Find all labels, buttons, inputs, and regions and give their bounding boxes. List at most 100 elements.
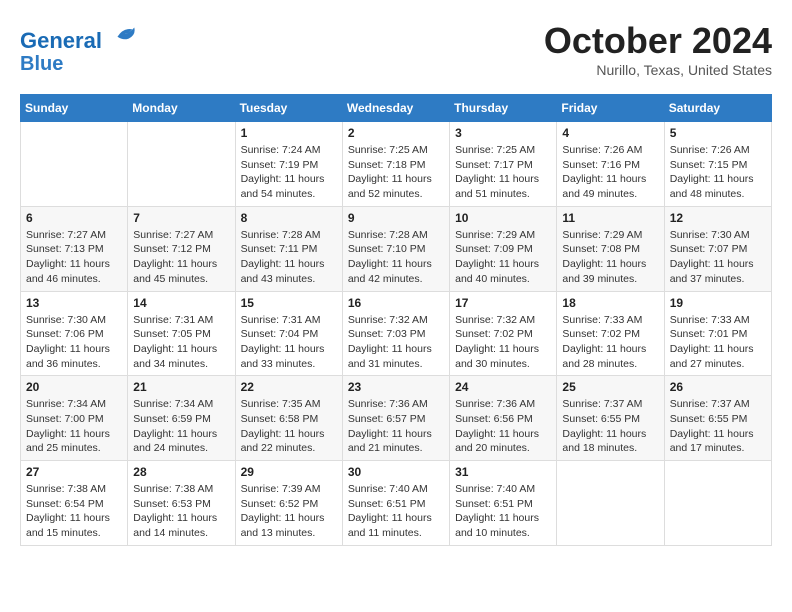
weekday-header-row: SundayMondayTuesdayWednesdayThursdayFrid… (21, 95, 772, 122)
calendar-cell: 20 Sunrise: 7:34 AMSunset: 7:00 PMDayligh… (21, 376, 128, 461)
day-info: Sunrise: 7:37 AMSunset: 6:55 PMDaylight:… (670, 397, 766, 456)
calendar-week-row: 1Sunrise: 7:24 AMSunset: 7:19 PMDaylight… (21, 122, 772, 207)
day-number: 18 (562, 296, 658, 310)
day-number: 31 (455, 465, 551, 479)
day-info: Sunrise: 7:34 AMSunset: 7:00 PMDaylight:… (26, 397, 122, 456)
logo-bird-icon (110, 20, 138, 48)
calendar-cell: 30 Sunrise: 7:40 AMSunset: 6:51 PMDayligh… (342, 461, 449, 546)
calendar-cell: 10Sunrise: 7:29 AMSunset: 7:09 PMDayligh… (450, 206, 557, 291)
day-number: 10 (455, 211, 551, 225)
calendar-cell: 17 Sunrise: 7:32 AMSunset: 7:02 PMDayligh… (450, 291, 557, 376)
day-info: Sunrise: 7:29 AMSunset: 7:08 PMDaylight:… (562, 228, 658, 287)
weekday-header: Tuesday (235, 95, 342, 122)
calendar-cell: 3 Sunrise: 7:25 AMSunset: 7:17 PMDaylight… (450, 122, 557, 207)
calendar-cell: 31 Sunrise: 7:40 AMSunset: 6:51 PMDayligh… (450, 461, 557, 546)
day-info: Sunrise: 7:33 AMSunset: 7:01 PMDaylight:… (670, 313, 766, 372)
day-number: 21 (133, 380, 229, 394)
day-info: Sunrise: 7:31 AMSunset: 7:04 PMDaylight:… (241, 313, 337, 372)
day-number: 9 (348, 211, 444, 225)
calendar-cell: 29 Sunrise: 7:39 AMSunset: 6:52 PMDayligh… (235, 461, 342, 546)
day-number: 5 (670, 126, 766, 140)
calendar-cell: 8Sunrise: 7:28 AMSunset: 7:11 PMDaylight… (235, 206, 342, 291)
day-info: Sunrise: 7:31 AMSunset: 7:05 PMDaylight:… (133, 313, 229, 372)
day-number: 19 (670, 296, 766, 310)
day-number: 12 (670, 211, 766, 225)
weekday-header: Thursday (450, 95, 557, 122)
day-number: 25 (562, 380, 658, 394)
day-number: 6 (26, 211, 122, 225)
day-number: 24 (455, 380, 551, 394)
day-info: Sunrise: 7:36 AMSunset: 6:57 PMDaylight:… (348, 397, 444, 456)
day-info: Sunrise: 7:40 AMSunset: 6:51 PMDaylight:… (455, 482, 551, 541)
day-number: 26 (670, 380, 766, 394)
day-number: 17 (455, 296, 551, 310)
day-number: 3 (455, 126, 551, 140)
calendar-cell (664, 461, 771, 546)
calendar-cell: 2Sunrise: 7:25 AMSunset: 7:18 PMDaylight… (342, 122, 449, 207)
day-number: 23 (348, 380, 444, 394)
calendar-cell: 18Sunrise: 7:33 AMSunset: 7:02 PMDayligh… (557, 291, 664, 376)
day-info: Sunrise: 7:28 AMSunset: 7:11 PMDaylight:… (241, 228, 337, 287)
day-number: 30 (348, 465, 444, 479)
day-info: Sunrise: 7:32 AMSunset: 7:03 PMDaylight:… (348, 313, 444, 372)
calendar-cell: 24 Sunrise: 7:36 AMSunset: 6:56 PMDayligh… (450, 376, 557, 461)
weekday-header: Wednesday (342, 95, 449, 122)
day-info: Sunrise: 7:30 AMSunset: 7:06 PMDaylight:… (26, 313, 122, 372)
calendar-cell: 11Sunrise: 7:29 AMSunset: 7:08 PMDayligh… (557, 206, 664, 291)
day-number: 14 (133, 296, 229, 310)
weekday-header: Sunday (21, 95, 128, 122)
day-info: Sunrise: 7:27 AMSunset: 7:13 PMDaylight:… (26, 228, 122, 287)
calendar-cell: 25 Sunrise: 7:37 AMSunset: 6:55 PMDayligh… (557, 376, 664, 461)
day-number: 16 (348, 296, 444, 310)
day-number: 28 (133, 465, 229, 479)
day-info: Sunrise: 7:30 AMSunset: 7:07 PMDaylight:… (670, 228, 766, 287)
calendar-cell: 12 Sunrise: 7:30 AMSunset: 7:07 PMDayligh… (664, 206, 771, 291)
day-info: Sunrise: 7:28 AMSunset: 7:10 PMDaylight:… (348, 228, 444, 287)
day-number: 15 (241, 296, 337, 310)
calendar-week-row: 20 Sunrise: 7:34 AMSunset: 7:00 PMDayligh… (21, 376, 772, 461)
calendar-cell: 6 Sunrise: 7:27 AMSunset: 7:13 PMDaylight… (21, 206, 128, 291)
day-info: Sunrise: 7:40 AMSunset: 6:51 PMDaylight:… (348, 482, 444, 541)
logo-text: General (20, 20, 138, 53)
month-title: October 2024 (544, 20, 772, 62)
day-number: 4 (562, 126, 658, 140)
location: Nurillo, Texas, United States (544, 62, 772, 78)
day-info: Sunrise: 7:25 AMSunset: 7:17 PMDaylight:… (455, 143, 551, 202)
calendar-cell: 13 Sunrise: 7:30 AMSunset: 7:06 PMDayligh… (21, 291, 128, 376)
day-info: Sunrise: 7:36 AMSunset: 6:56 PMDaylight:… (455, 397, 551, 456)
day-info: Sunrise: 7:37 AMSunset: 6:55 PMDaylight:… (562, 397, 658, 456)
calendar-cell: 28 Sunrise: 7:38 AMSunset: 6:53 PMDayligh… (128, 461, 235, 546)
calendar-week-row: 6 Sunrise: 7:27 AMSunset: 7:13 PMDaylight… (21, 206, 772, 291)
day-number: 20 (26, 380, 122, 394)
day-info: Sunrise: 7:32 AMSunset: 7:02 PMDaylight:… (455, 313, 551, 372)
day-info: Sunrise: 7:26 AMSunset: 7:15 PMDaylight:… (670, 143, 766, 202)
day-number: 29 (241, 465, 337, 479)
day-info: Sunrise: 7:39 AMSunset: 6:52 PMDaylight:… (241, 482, 337, 541)
day-info: Sunrise: 7:35 AMSunset: 6:58 PMDaylight:… (241, 397, 337, 456)
day-info: Sunrise: 7:38 AMSunset: 6:53 PMDaylight:… (133, 482, 229, 541)
calendar-week-row: 13 Sunrise: 7:30 AMSunset: 7:06 PMDayligh… (21, 291, 772, 376)
calendar-cell: 7Sunrise: 7:27 AMSunset: 7:12 PMDaylight… (128, 206, 235, 291)
calendar-cell: 15 Sunrise: 7:31 AMSunset: 7:04 PMDayligh… (235, 291, 342, 376)
calendar-cell: 23 Sunrise: 7:36 AMSunset: 6:57 PMDayligh… (342, 376, 449, 461)
weekday-header: Friday (557, 95, 664, 122)
day-number: 22 (241, 380, 337, 394)
day-number: 2 (348, 126, 444, 140)
day-info: Sunrise: 7:24 AMSunset: 7:19 PMDaylight:… (241, 143, 337, 202)
calendar-cell (128, 122, 235, 207)
calendar-cell: 14 Sunrise: 7:31 AMSunset: 7:05 PMDayligh… (128, 291, 235, 376)
day-number: 13 (26, 296, 122, 310)
calendar-cell: 27Sunrise: 7:38 AMSunset: 6:54 PMDayligh… (21, 461, 128, 546)
calendar-cell: 5 Sunrise: 7:26 AMSunset: 7:15 PMDaylight… (664, 122, 771, 207)
calendar-cell: 26 Sunrise: 7:37 AMSunset: 6:55 PMDayligh… (664, 376, 771, 461)
calendar-week-row: 27Sunrise: 7:38 AMSunset: 6:54 PMDayligh… (21, 461, 772, 546)
calendar-cell: 4Sunrise: 7:26 AMSunset: 7:16 PMDaylight… (557, 122, 664, 207)
calendar-table: SundayMondayTuesdayWednesdayThursdayFrid… (20, 94, 772, 546)
logo-blue: Blue (20, 53, 138, 75)
title-block: October 2024 Nurillo, Texas, United Stat… (544, 20, 772, 78)
calendar-cell (557, 461, 664, 546)
calendar-cell (21, 122, 128, 207)
day-info: Sunrise: 7:27 AMSunset: 7:12 PMDaylight:… (133, 228, 229, 287)
weekday-header: Saturday (664, 95, 771, 122)
calendar-cell: 22 Sunrise: 7:35 AMSunset: 6:58 PMDayligh… (235, 376, 342, 461)
